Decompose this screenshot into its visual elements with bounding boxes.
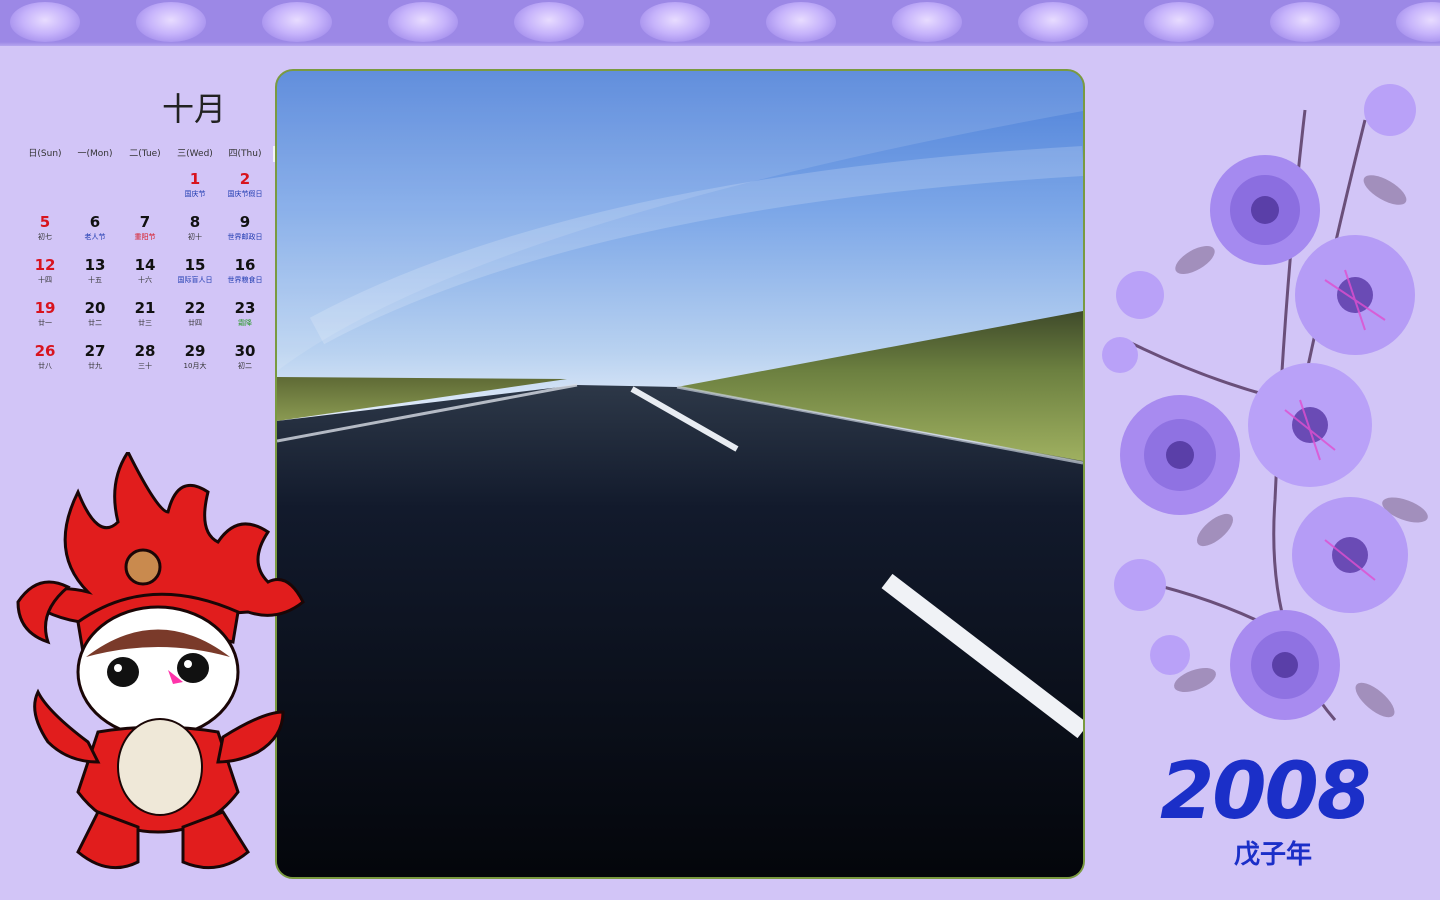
day-note: 十五 (88, 276, 102, 284)
day-number: 26 (34, 342, 56, 360)
day-note: 廿八 (38, 362, 52, 370)
calendar-day: 8 初十 (170, 213, 220, 256)
calendar-day: 19 廿一 (20, 299, 70, 342)
calendar-day: 7 重阳节 (120, 213, 170, 256)
calendar-day: 26 廿八 (20, 342, 70, 385)
day-note: 初二 (238, 362, 252, 370)
band-rose-icon (388, 2, 458, 42)
calendar-day: 20 廿二 (70, 299, 120, 342)
band-rose-icon (262, 2, 332, 42)
day-number: 6 (89, 213, 101, 231)
day-number: 9 (239, 213, 251, 231)
year-chinese: 戊子年 (1234, 840, 1313, 870)
day-note: 廿一 (38, 319, 52, 327)
day-number: 12 (34, 256, 56, 274)
day-number: 29 (184, 342, 206, 360)
band-rose-icon (640, 2, 710, 42)
day-note: 10月大 (183, 362, 207, 370)
day-note: 廿三 (138, 319, 152, 327)
calendar-day: 27 廿九 (70, 342, 120, 385)
day-note: 重阳节 (134, 233, 156, 241)
day-note: 三十 (138, 362, 152, 370)
floral-top-band (0, 0, 1440, 46)
calendar-day: 16 世界粮食日 (220, 256, 270, 299)
day-number: 20 (84, 299, 106, 317)
month-title: 十月 (162, 90, 227, 128)
calendar-day: 30 初二 (220, 342, 270, 385)
day-number: 7 (139, 213, 151, 231)
day-note: 十四 (38, 276, 52, 284)
day-number: 13 (84, 256, 106, 274)
year-logo: 2008 (1160, 747, 1371, 837)
day-number: 21 (134, 299, 156, 317)
weekday-label: 日(Sun) (28, 149, 62, 159)
day-number: 28 (134, 342, 156, 360)
calendar-day: 28 三十 (120, 342, 170, 385)
calendar-day: 23 霜降 (220, 299, 270, 342)
day-number: 15 (184, 256, 206, 274)
day-note: 廿二 (88, 319, 102, 327)
band-rose-icon (1270, 2, 1340, 42)
calendar-day: 12 十四 (20, 256, 70, 299)
day-number: 23 (234, 299, 256, 317)
day-note: 国庆节假日 (227, 190, 263, 198)
day-number: 14 (134, 256, 156, 274)
day-number: 2 (239, 170, 251, 188)
day-note: 初十 (188, 233, 202, 241)
day-note: 世界邮政日 (227, 233, 263, 241)
band-rose-icon (766, 2, 836, 42)
band-rose-icon (1396, 2, 1440, 42)
calendar-day: 5 初七 (20, 213, 70, 256)
day-number: 8 (189, 213, 201, 231)
calendar-day: 29 10月大 (170, 342, 220, 385)
road-photo (275, 69, 1085, 879)
day-note: 国际盲人日 (177, 276, 213, 284)
band-rose-icon (10, 2, 80, 42)
road-scene (277, 71, 1083, 877)
day-number: 16 (234, 256, 256, 274)
day-note: 霜降 (238, 319, 252, 327)
band-rose-icon (136, 2, 206, 42)
calendar-day: 22 廿四 (170, 299, 220, 342)
weekday-label: 二(Tue) (129, 149, 161, 159)
band-edge (0, 42, 1440, 46)
day-note: 十六 (138, 276, 152, 284)
calendar-day: 13 十五 (70, 256, 120, 299)
day-number: 5 (39, 213, 51, 231)
day-number: 30 (234, 342, 256, 360)
day-note: 国庆节 (184, 190, 206, 198)
day-number: 1 (189, 170, 201, 188)
band-rose-icon (1018, 2, 1088, 42)
weekday-label: 一(Mon) (77, 149, 113, 159)
band-rose-icon (514, 2, 584, 42)
purple-flowers-icon (1102, 84, 1428, 721)
calendar-day: 14 十六 (120, 256, 170, 299)
day-number: 27 (84, 342, 106, 360)
day-note: 世界粮食日 (227, 276, 263, 284)
day-number: 19 (34, 299, 56, 317)
fuwa-mascot-icon (16, 452, 305, 870)
band-rose-icon (892, 2, 962, 42)
calendar-day: 21 廿三 (120, 299, 170, 342)
day-note: 廿九 (88, 362, 102, 370)
calendar-day: 9 世界邮政日 (220, 213, 270, 256)
band-rose-icon (1144, 2, 1214, 42)
calendar-day: 15 国际盲人日 (170, 256, 220, 299)
calendar-day: 2 国庆节假日 (220, 170, 270, 213)
calendar-day: 6 老人节 (70, 213, 120, 256)
calendar-day: 1 国庆节 (170, 170, 220, 213)
weekday-label: 三(Wed) (177, 149, 213, 159)
day-note: 初七 (38, 233, 52, 241)
day-note: 老人节 (84, 233, 106, 241)
day-number: 22 (184, 299, 206, 317)
day-note: 廿四 (188, 319, 202, 327)
weekday-label: 四(Thu) (228, 149, 262, 159)
